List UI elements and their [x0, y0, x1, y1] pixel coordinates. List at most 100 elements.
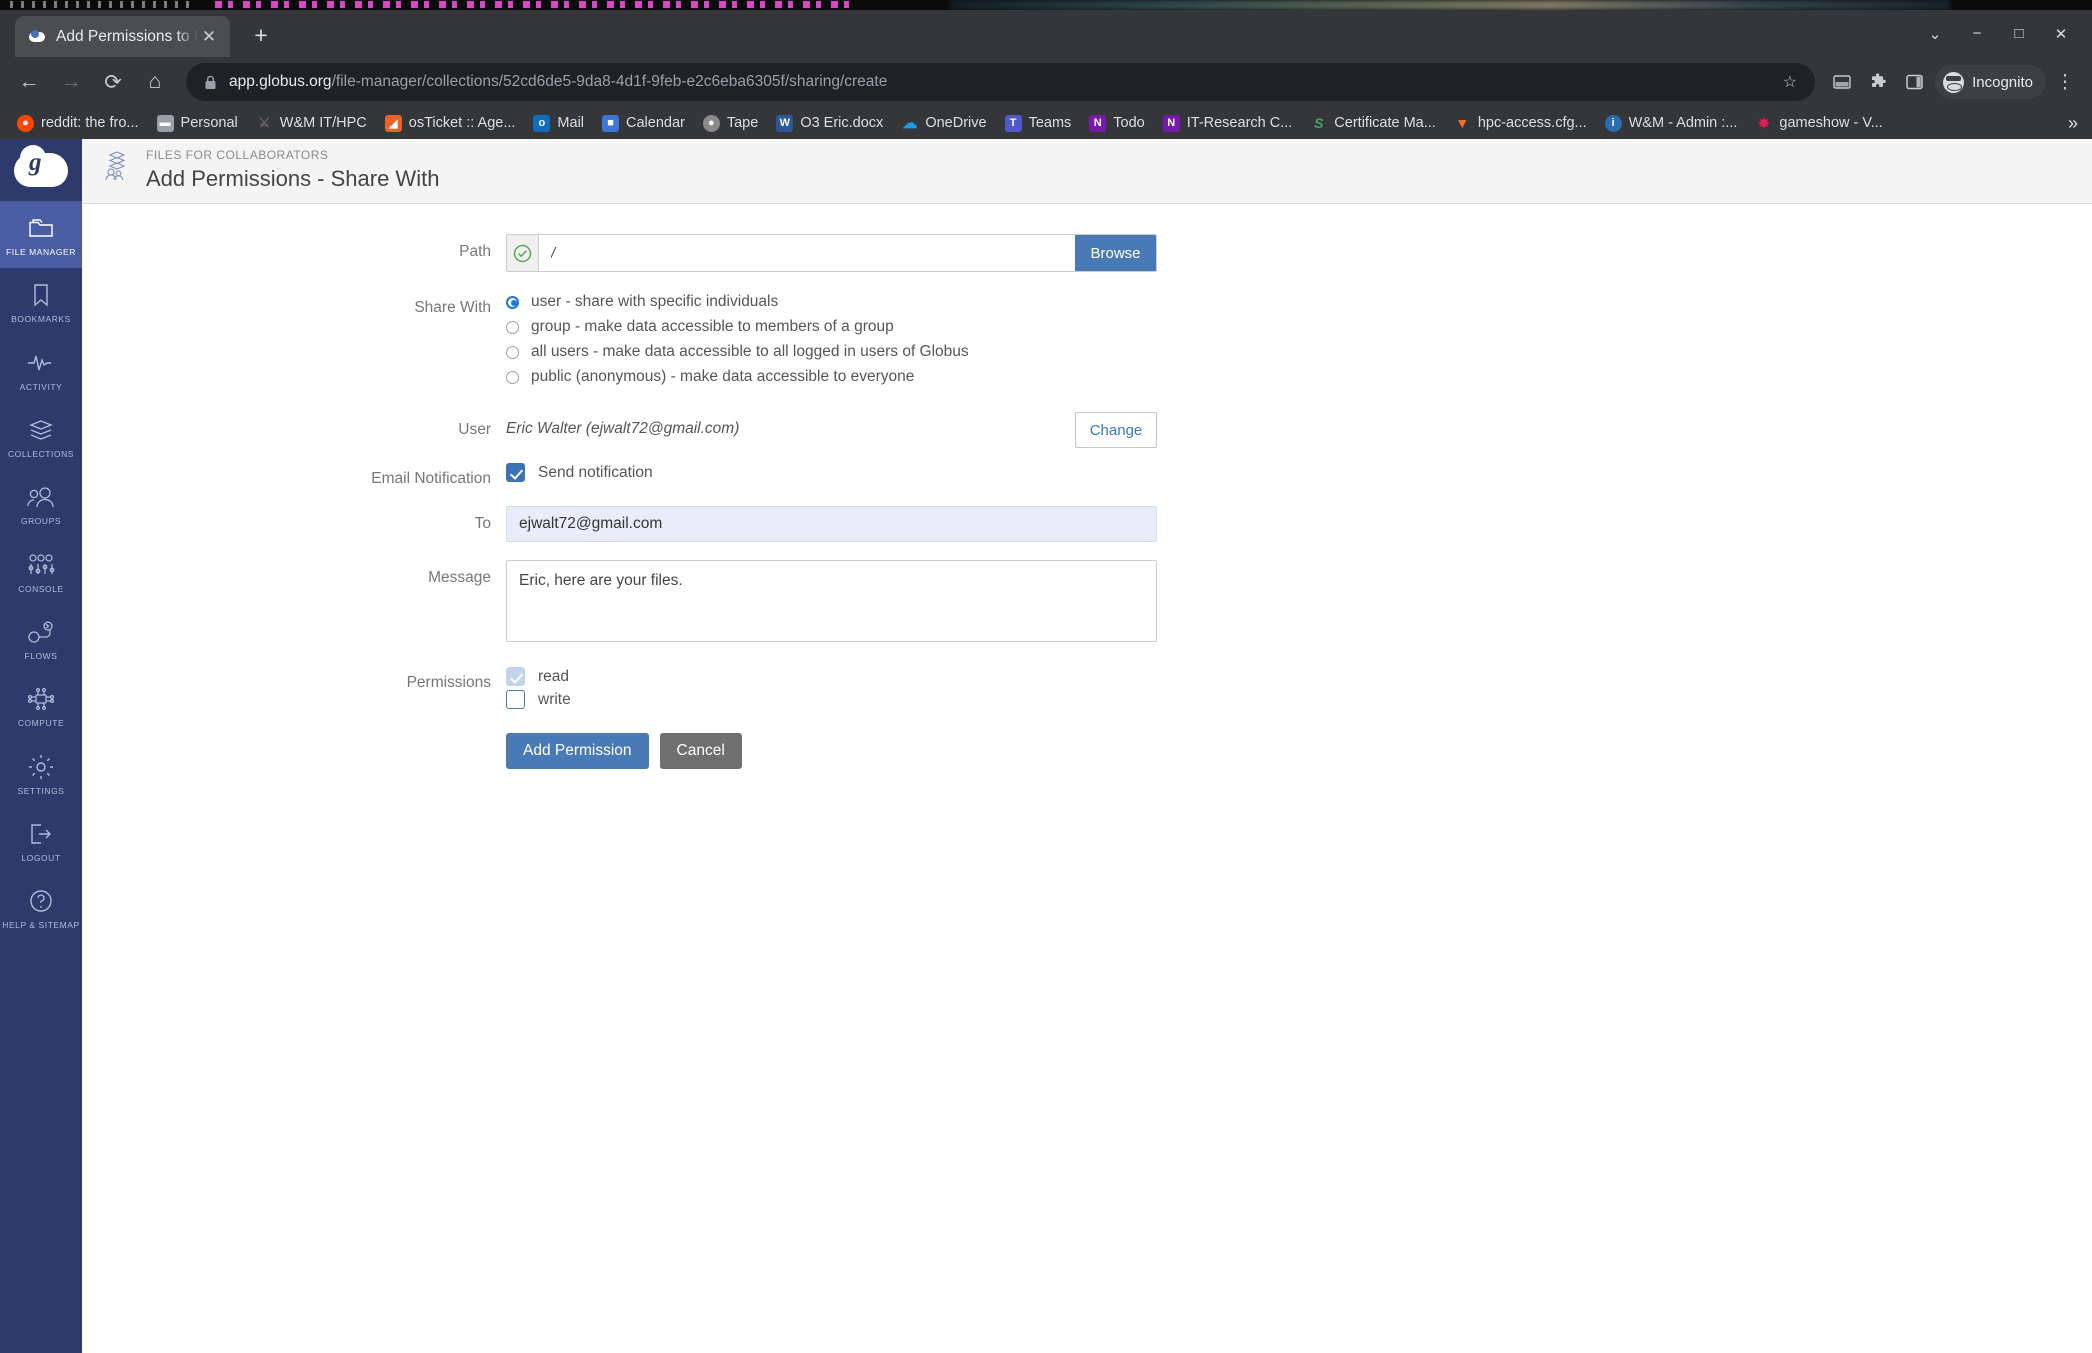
incognito-profile-button[interactable]: Incognito: [1935, 65, 2046, 99]
sidebar-item-activity[interactable]: ACTIVITY: [0, 336, 82, 403]
send-notification-checkbox[interactable]: [506, 463, 525, 482]
close-window-icon[interactable]: ✕: [2040, 14, 2082, 54]
change-user-button[interactable]: Change: [1075, 412, 1157, 448]
share-with-option[interactable]: all users - make data accessible to all …: [506, 340, 2092, 365]
sidebar-item-flows[interactable]: FLOWS: [0, 605, 82, 672]
radio-button[interactable]: [506, 296, 519, 309]
home-icon[interactable]: ⌂: [136, 63, 174, 101]
artifact-pink: [215, 1, 855, 8]
sidebar-item-file-manager[interactable]: FILE MANAGER: [0, 201, 82, 268]
artifact-grey: [10, 1, 195, 8]
to-input[interactable]: [506, 506, 1157, 542]
sidebar-item-bookmarks[interactable]: BOOKMARKS: [0, 268, 82, 335]
sidebar-item-settings[interactable]: SETTINGS: [0, 740, 82, 807]
radio-label: public (anonymous) - make data accessibl…: [531, 368, 914, 386]
bookmark-item[interactable]: ■Calendar: [593, 112, 694, 135]
restore-down-icon[interactable]: ⌄: [1914, 14, 1956, 54]
bookmark-item[interactable]: oMail: [524, 112, 593, 135]
incognito-label: Incognito: [1972, 74, 2033, 91]
bookmark-label: osTicket :: Age...: [409, 115, 516, 131]
outlook-mail-icon: o: [533, 115, 550, 132]
bookmark-label: Teams: [1029, 115, 1072, 131]
tab-strip: Add Permissions to Files f ✕ + ⌄ − □ ✕: [0, 10, 2092, 57]
radio-button[interactable]: [506, 321, 519, 334]
bookmark-item[interactable]: ●reddit: the fro...: [8, 112, 148, 135]
radio-button[interactable]: [506, 371, 519, 384]
sidebar-item-label: LOGOUT: [2, 854, 80, 863]
bookmark-item[interactable]: ✸gameshow - V...: [1746, 112, 1891, 135]
path-input[interactable]: [539, 235, 1075, 271]
folder-icon: ▬: [157, 115, 174, 132]
minimize-icon[interactable]: −: [1956, 14, 1998, 54]
bookmark-item[interactable]: ▼hpc-access.cfg...: [1445, 112, 1596, 135]
cancel-button[interactable]: Cancel: [660, 733, 742, 769]
sidebar-item-compute[interactable]: COMPUTE: [0, 672, 82, 739]
artifact-blur: [950, 0, 1950, 10]
permission-checkbox-write[interactable]: [506, 690, 525, 709]
extensions-puzzle-icon[interactable]: [1861, 65, 1895, 99]
green-check-circle-icon: [507, 235, 539, 271]
bookmark-item[interactable]: NTodo: [1080, 112, 1153, 135]
browser-toolbar: ← → ⟳ ⌂ app.globus.org/file-manager/coll…: [0, 57, 2092, 107]
bookmark-item[interactable]: TTeams: [996, 112, 1081, 135]
side-panel-icon[interactable]: [1897, 65, 1931, 99]
bookmark-label: Certificate Ma...: [1334, 115, 1436, 131]
sidebar-item-console[interactable]: CONSOLE: [0, 538, 82, 605]
share-with-option[interactable]: group - make data accessible to members …: [506, 315, 2092, 340]
send-notification-checkbox-row[interactable]: Send notification: [506, 461, 2092, 484]
bookmark-item[interactable]: iW&M - Admin :...: [1596, 112, 1747, 135]
bookmark-item[interactable]: WO3 Eric.docx: [767, 112, 892, 135]
close-icon[interactable]: ✕: [198, 28, 220, 45]
sidebar-item-collections[interactable]: COLLECTIONS: [0, 403, 82, 470]
radio-label: all users - make data accessible to all …: [531, 343, 969, 361]
compute-chip-icon: [2, 685, 80, 713]
sliders-icon: [2, 551, 80, 579]
browser-tab-active[interactable]: Add Permissions to Files f ✕: [15, 16, 230, 57]
chrome-menu-icon[interactable]: ⋮: [2048, 65, 2082, 99]
new-tab-button[interactable]: +: [248, 24, 274, 47]
bookmark-label: Todo: [1113, 115, 1144, 131]
bookmark-item[interactable]: ☁OneDrive: [892, 112, 995, 135]
bookmark-item[interactable]: S Certificate Ma...: [1301, 112, 1445, 135]
permission-option[interactable]: write: [506, 688, 2092, 711]
send-notification-label: Send notification: [538, 464, 653, 482]
email-notification-label: Email Notification: [82, 461, 506, 488]
bookmark-item[interactable]: NIT-Research C...: [1154, 112, 1302, 135]
reload-icon[interactable]: ⟳: [94, 63, 132, 101]
bookmark-label: Tape: [727, 115, 758, 131]
sidebar-item-label: ACTIVITY: [2, 383, 80, 392]
bookmark-label: Personal: [181, 115, 238, 131]
radio-button[interactable]: [506, 346, 519, 359]
flow-nodes-icon: [2, 618, 80, 646]
share-with-option[interactable]: public (anonymous) - make data accessibl…: [506, 365, 2092, 390]
forward-icon[interactable]: →: [52, 63, 90, 101]
page-body: FILE MANAGERBOOKMARKS ACTIVITY COLLECTIONS…: [0, 139, 2092, 1353]
message-textarea[interactable]: [506, 560, 1157, 642]
screenshot-icon[interactable]: [1825, 65, 1859, 99]
sidebar-item-groups[interactable]: GROUPS: [0, 470, 82, 537]
bookmark-item[interactable]: ● Tape: [694, 112, 767, 135]
bookmark-item[interactable]: ◢osTicket :: Age...: [376, 112, 525, 135]
add-permission-button[interactable]: Add Permission: [506, 733, 649, 769]
bookmark-star-icon[interactable]: ☆: [1779, 72, 1801, 92]
page-title: Add Permissions - Share With: [146, 166, 439, 192]
bookmark-item[interactable]: ⚔W&M IT/HPC: [247, 112, 376, 135]
bookmark-item[interactable]: ▬ Personal: [148, 112, 247, 135]
lock-icon: [204, 75, 217, 90]
path-row: Path Browse: [82, 234, 2092, 272]
sidebar-item-logout[interactable]: LOGOUT: [0, 807, 82, 874]
bookmark-label: IT-Research C...: [1187, 115, 1293, 131]
url-origin: app.globus.org: [229, 73, 332, 90]
sidebar-item-help-sitemap[interactable]: HELP & SITEMAP: [0, 874, 82, 941]
address-bar[interactable]: app.globus.org/file-manager/collections/…: [186, 63, 1815, 101]
globus-logo[interactable]: [0, 139, 82, 201]
browse-button[interactable]: Browse: [1075, 235, 1156, 271]
share-with-label: Share With: [82, 290, 506, 390]
bookmarks-overflow-icon[interactable]: »: [2068, 113, 2078, 134]
radio-label: group - make data accessible to members …: [531, 318, 894, 336]
maximize-icon[interactable]: □: [1998, 14, 2040, 54]
sectigo-icon: S: [1310, 115, 1327, 132]
globe-icon: ●: [703, 115, 720, 132]
share-with-option[interactable]: user - share with specific individuals: [506, 290, 2092, 315]
back-icon[interactable]: ←: [10, 63, 48, 101]
